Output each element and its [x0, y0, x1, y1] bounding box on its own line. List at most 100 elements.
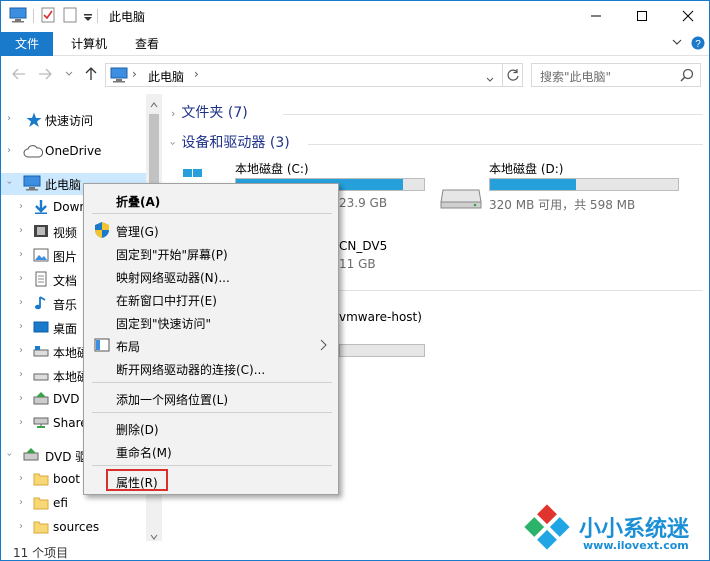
shield-icon: [94, 221, 110, 242]
up-button[interactable]: [83, 66, 99, 82]
group-title: 文件夹 (7): [181, 105, 248, 121]
refresh-icon[interactable]: [506, 68, 520, 85]
group-devices[interactable]: › 设备和驱动器 (3): [167, 132, 290, 152]
nav-item-label: 此电脑: [45, 178, 82, 192]
menu-item-rename[interactable]: 重命名(M): [86, 440, 336, 462]
chevron-right-icon[interactable]: ›: [19, 225, 23, 236]
nav-item-sources[interactable]: › sources: [1, 517, 146, 539]
breadcrumb-separator[interactable]: ›: [132, 67, 137, 81]
maximize-button[interactable]: [619, 1, 665, 31]
menu-separator: [92, 465, 332, 466]
drive-name: 本地磁盘 (C:): [235, 162, 309, 176]
nav-item-onedrive[interactable]: › OneDrive: [1, 141, 146, 163]
picture-icon: [33, 247, 51, 265]
folder-icon: [33, 471, 51, 489]
drive-name: 本地磁盘 (D:): [489, 162, 564, 176]
help-icon[interactable]: ?: [691, 36, 705, 53]
close-icon: [682, 10, 694, 22]
group-divider: [308, 144, 703, 145]
menu-item-open-new-window[interactable]: 在新窗口中打开(E): [86, 288, 336, 310]
menu-item-label: 断开网络驱动器的连接(C)...: [116, 363, 266, 377]
chevron-right-icon[interactable]: ›: [19, 201, 23, 212]
address-bar[interactable]: › 此电脑 ›: [105, 63, 523, 87]
search-input[interactable]: 搜索"此电脑": [540, 68, 611, 85]
nav-item-label: DVD 驱: [45, 450, 88, 464]
nav-item-label: 快速访问: [45, 114, 94, 128]
context-menu: 折叠(A) 管理(G) 固定到"开始"屏幕(P) 映射网络驱动器(N)... 在…: [83, 183, 339, 495]
menu-item-collapse[interactable]: 折叠(A): [86, 189, 336, 211]
chevron-down-icon[interactable]: ›: [4, 453, 15, 457]
chevron-right-icon[interactable]: ›: [7, 113, 11, 124]
menu-item-disconnect-network-drive[interactable]: 断开网络驱动器的连接(C)...: [86, 357, 336, 379]
menu-item-add-network-location[interactable]: 添加一个网络位置(L): [86, 387, 336, 409]
menu-item-label: 映射网络驱动器(N)...: [116, 271, 230, 285]
search-box[interactable]: 搜索"此电脑": [531, 63, 701, 87]
hard-drive-icon: [439, 180, 483, 213]
scroll-up-icon[interactable]: [150, 97, 158, 111]
nav-item-label: 视频: [53, 226, 78, 240]
chevron-right-icon[interactable]: ›: [19, 273, 23, 284]
chevron-right-icon[interactable]: ›: [19, 297, 23, 308]
layout-icon: [94, 338, 110, 355]
chevron-right-icon[interactable]: ›: [19, 345, 23, 356]
customize-dropdown-icon[interactable]: [83, 11, 93, 25]
nav-item-label: 桌面: [53, 322, 78, 336]
drive-icon: [33, 367, 51, 385]
drive-usage-fill: [490, 179, 577, 190]
close-button[interactable]: [665, 1, 709, 31]
chevron-right-icon[interactable]: ›: [171, 107, 175, 120]
download-icon: [33, 199, 51, 217]
minimize-button[interactable]: [573, 1, 619, 31]
document-icon: [33, 271, 51, 289]
expand-ribbon-icon[interactable]: [671, 36, 683, 51]
chevron-right-icon[interactable]: ›: [19, 417, 23, 428]
separator: [33, 9, 34, 23]
chevron-right-icon[interactable]: ›: [19, 249, 23, 260]
chevron-down-icon[interactable]: ›: [4, 181, 15, 185]
chevron-right-icon[interactable]: ›: [7, 145, 11, 156]
folder-icon: [33, 519, 51, 537]
up-arrow-icon: [85, 67, 97, 80]
computer-icon[interactable]: [9, 7, 27, 26]
properties-icon[interactable]: [41, 7, 55, 26]
chevron-right-icon[interactable]: ›: [19, 321, 23, 332]
chevron-right-icon[interactable]: ›: [19, 393, 23, 404]
menu-item-pin-quick-access[interactable]: 固定到"快速访问": [86, 311, 336, 333]
chevron-right-icon[interactable]: ›: [19, 521, 23, 532]
search-icon[interactable]: [680, 68, 694, 85]
menu-separator: [92, 412, 332, 413]
chevron-right-icon[interactable]: ›: [19, 497, 23, 508]
nav-item-label: efi: [53, 496, 68, 510]
breadcrumb[interactable]: 此电脑: [148, 68, 184, 85]
watermark-url: www.ilovext.com: [583, 539, 689, 552]
back-button[interactable]: [11, 66, 27, 82]
new-folder-icon[interactable]: [63, 7, 77, 26]
address-dropdown-icon[interactable]: [486, 72, 494, 86]
group-folders[interactable]: › 文件夹 (7): [171, 102, 248, 122]
chevron-down-icon[interactable]: ›: [167, 141, 180, 145]
recent-dropdown-button[interactable]: [61, 66, 77, 82]
separator: [97, 9, 98, 23]
dvd-icon: [33, 391, 51, 409]
nav-item-quick-access[interactable]: › 快速访问: [1, 109, 146, 131]
drive-icon: [33, 343, 51, 361]
watermark: 小小系统迷 www.ilovext.com: [513, 495, 709, 560]
highlight-box: [106, 469, 168, 491]
drive-usage-bar: [339, 344, 425, 357]
cloud-icon: [23, 143, 44, 161]
menu-item-map-network-drive[interactable]: 映射网络驱动器(N)...: [86, 265, 336, 287]
tab-file[interactable]: 文件: [1, 32, 53, 56]
tab-view[interactable]: 查看: [129, 32, 165, 56]
menu-item-pin-to-start[interactable]: 固定到"开始"屏幕(P): [86, 242, 336, 264]
nav-item-efi[interactable]: › efi: [1, 493, 146, 515]
menu-item-delete[interactable]: 删除(D): [86, 417, 336, 439]
chevron-right-icon[interactable]: ›: [19, 369, 23, 380]
chevron-right-icon[interactable]: ›: [19, 473, 23, 484]
menu-item-manage[interactable]: 管理(G): [86, 219, 336, 241]
breadcrumb-separator[interactable]: ›: [194, 67, 199, 81]
forward-button[interactable]: [37, 66, 53, 82]
menu-item-layout[interactable]: 布局: [86, 334, 336, 356]
menu-item-label: 在新窗口中打开(E): [116, 294, 217, 308]
tab-computer[interactable]: 计算机: [67, 32, 111, 56]
menu-item-label: 管理(G): [116, 225, 159, 239]
